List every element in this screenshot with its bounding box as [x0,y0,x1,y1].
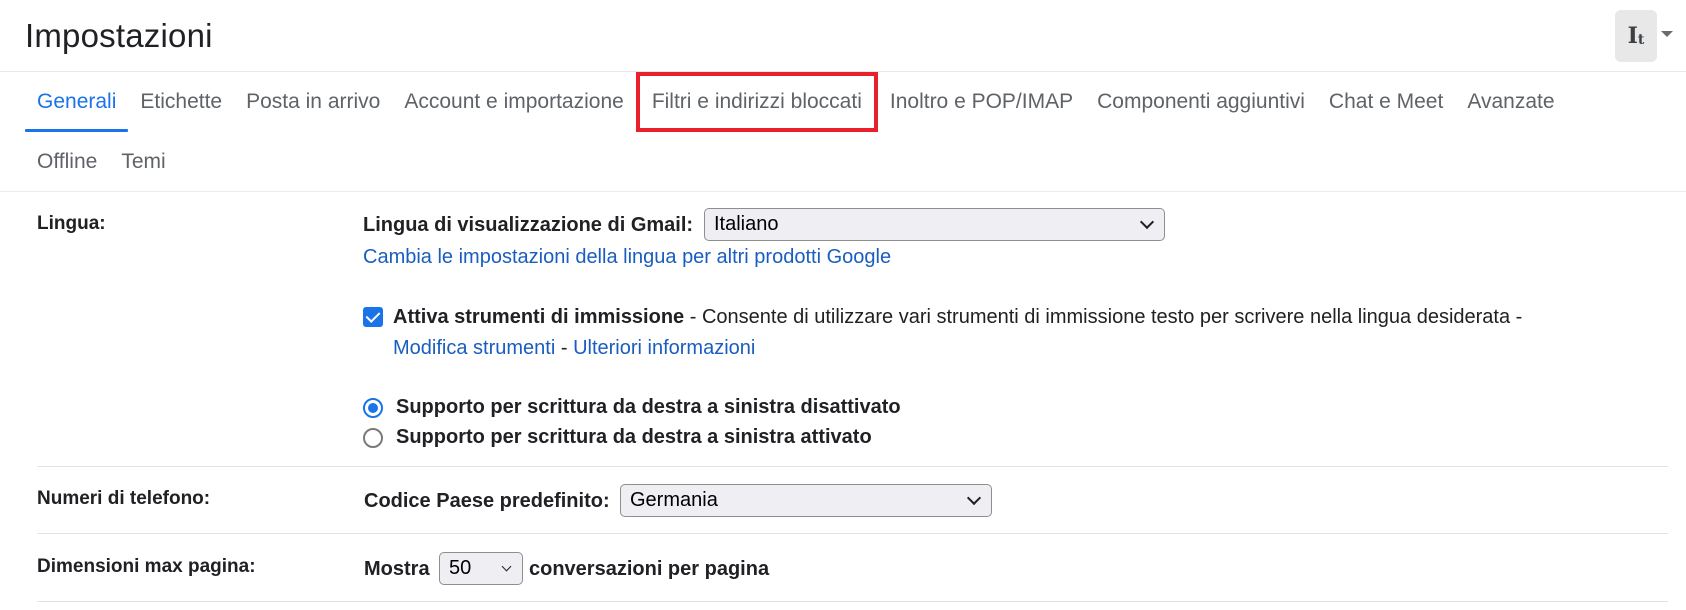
tab-inoltro-e-pop-imap[interactable]: Inoltro e POP/IMAP [878,72,1085,132]
input-tools-icon: I [1627,23,1638,49]
country-code-label: Codice Paese predefinito: [364,490,610,512]
settings-page: Impostazioni It Generali Etichette Posta… [0,0,1686,610]
chevron-down-icon [966,490,982,505]
tab-offline[interactable]: Offline [25,132,109,192]
rtl-off-radio[interactable] [363,398,383,418]
rtl-on-radio[interactable] [363,428,383,448]
chevron-down-icon [501,561,512,571]
section-divider [37,601,1668,602]
edit-tools-link[interactable]: Modifica strumenti [393,337,555,359]
more-info-link[interactable]: Ulteriori informazioni [573,337,755,359]
page-size-select[interactable]: 50 [439,552,523,585]
rtl-on-label[interactable]: Supporto per scrittura da destra a sinis… [396,426,872,449]
links-separator: - [555,337,574,359]
input-tools-dropdown-caret-icon[interactable] [1661,31,1673,37]
tabs-divider [0,191,1686,192]
chevron-down-icon [1139,214,1155,229]
input-tools-description: Attiva strumenti di immissione - Consent… [393,306,1522,329]
tab-filtri-e-indirizzi-bloccati[interactable]: Filtri e indirizzi bloccati [635,72,878,132]
page-size-value: 50 [449,557,472,579]
input-tools-title: Attiva strumenti di immissione [393,306,685,328]
rtl-off-label[interactable]: Supporto per scrittura da destra a sinis… [396,396,901,419]
input-tools-desc: - Consente di utilizzare vari strumenti … [684,306,1523,328]
page-size-section-label: Dimensioni max pagina: [37,556,256,577]
language-section-label: Lingua: [37,213,106,234]
display-language-label: Lingua di visualizzazione di Gmail: [363,214,694,236]
display-language-select[interactable]: Italiano [704,208,1165,241]
tab-temi[interactable]: Temi [109,132,177,192]
country-code-select[interactable]: Germania [620,484,992,517]
input-tools-button[interactable]: It [1615,10,1657,62]
section-divider [37,533,1668,534]
page-size-show-label: Mostra [364,558,430,580]
display-language-value: Italiano [714,213,779,235]
settings-tabs-row-1: Generali Etichette Posta in arrivo Accou… [25,72,1567,132]
section-divider [37,466,1668,467]
phone-section-label: Numeri di telefono: [37,488,211,509]
tab-posta-in-arrivo[interactable]: Posta in arrivo [234,72,392,132]
tab-generali[interactable]: Generali [25,72,129,132]
input-tools-icon-sub: t [1637,32,1645,48]
tab-componenti-aggiuntivi[interactable]: Componenti aggiuntivi [1085,72,1317,132]
input-tools-links: Modifica strumenti - Ulteriori informazi… [393,337,755,360]
page-size-suffix: conversazioni per pagina [529,558,770,580]
tab-account-e-importazione[interactable]: Account e importazione [392,72,635,132]
change-language-link[interactable]: Cambia le impostazioni della lingua per … [363,246,891,269]
tab-avanzate[interactable]: Avanzate [1455,72,1566,132]
page-title: Impostazioni [25,17,213,54]
settings-tabs-row-2: Offline Temi [25,132,178,192]
country-code-value: Germania [630,489,718,511]
tab-etichette[interactable]: Etichette [128,72,234,132]
settings-header: Impostazioni It [0,0,1686,72]
input-tools-checkbox[interactable] [363,307,383,327]
tab-chat-e-meet[interactable]: Chat e Meet [1317,72,1455,132]
